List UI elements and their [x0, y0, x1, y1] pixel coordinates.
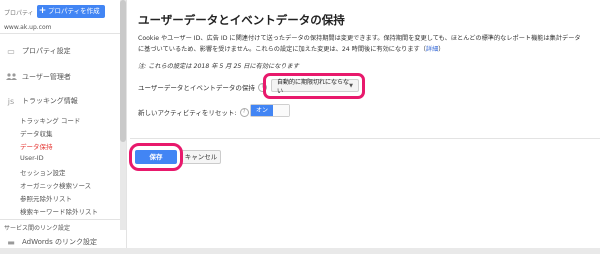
nav-adwords-link[interactable]: ▬ AdWords のリンク設定 — [4, 237, 97, 247]
sidebar-item-referral-exclusion[interactable]: 参照元除外リスト — [20, 193, 72, 203]
retention-highlight-annotation — [263, 73, 365, 99]
js-icon: js — [7, 96, 15, 106]
reset-toggle[interactable]: オン — [250, 104, 290, 117]
toggle-on-label: オン — [251, 105, 273, 116]
nav-tracking-info[interactable]: js トラッキング情報 — [4, 96, 78, 106]
content-divider — [130, 138, 600, 139]
sidebar-item-search-term-exclusion[interactable]: 検索キーワード除外リスト — [20, 206, 98, 216]
app-window: プロパティ + プロパティを作成 www.ak.up.com ▭ プロパティ設定… — [0, 0, 600, 254]
sidebar-item-organic-search[interactable]: オーガニック検索ソース — [20, 180, 91, 190]
help-icon[interactable]: ? — [239, 107, 249, 117]
create-property-label: プロパティを作成 — [48, 7, 100, 15]
adwords-icon: ▬ — [7, 237, 15, 247]
create-property-button[interactable]: + プロパティを作成 — [37, 5, 105, 18]
sidebar-item-session-settings[interactable]: セッション設定 — [20, 167, 66, 177]
effective-date-note: 注: これらの設定は 2018 年 5 月 25 日に有効になります — [138, 63, 299, 70]
description-line-1: Cookie やユーザー ID、広告 ID に関連付けて送ったデータの保持期間は… — [138, 35, 581, 42]
nav-user-management[interactable]: ユーザー管理者 — [4, 72, 71, 82]
description-line-2-end: ） — [438, 46, 445, 53]
sidebar: プロパティ + プロパティを作成 www.ak.up.com ▭ プロパティ設定… — [0, 0, 122, 254]
description: Cookie やユーザー ID、広告 ID に関連付けて送ったデータの保持期間は… — [138, 33, 590, 55]
page-title: ユーザーデータとイベントデータの保持 — [138, 13, 345, 27]
learn-more-link[interactable]: 詳細 — [426, 46, 438, 53]
toggle-knob — [273, 105, 289, 116]
reset-label: 新しいアクティビティをリセット: — [138, 109, 237, 117]
sidebar-item-data-collection[interactable]: データ収集 — [20, 128, 53, 138]
nav-user-management-label: ユーザー管理者 — [22, 73, 71, 81]
sidebar-item-user-id[interactable]: User-ID — [20, 154, 44, 162]
reset-label-row: 新しいアクティビティをリセット: ? — [138, 107, 249, 117]
nav-adwords-label: AdWords のリンク設定 — [22, 238, 97, 246]
nav-property-settings-label: プロパティ設定 — [22, 47, 71, 55]
nav-tracking-info-label: トラッキング情報 — [22, 97, 78, 105]
sidebar-item-tracking-code[interactable]: トラッキング コード — [20, 115, 80, 125]
sidebar-divider — [0, 219, 120, 220]
site-url: www.ak.up.com — [4, 24, 52, 31]
cancel-button[interactable]: キャンセル — [181, 150, 221, 164]
property-settings-icon: ▭ — [7, 46, 15, 56]
nav-property-settings[interactable]: ▭ プロパティ設定 — [4, 46, 71, 56]
section-header-links: サービス間のリンク設定 — [4, 225, 71, 232]
property-label: プロパティ — [4, 10, 34, 17]
retention-label-row: ユーザーデータとイベントデータの保持 ? — [138, 82, 267, 92]
retention-label: ユーザーデータとイベントデータの保持 — [138, 84, 255, 92]
users-icon — [4, 72, 18, 82]
save-highlight-annotation — [129, 143, 183, 171]
bottom-scrollbar[interactable] — [0, 248, 600, 254]
vertical-divider — [126, 0, 127, 254]
sidebar-divider — [0, 33, 120, 34]
sidebar-item-data-retention[interactable]: データ保持 — [20, 141, 53, 151]
description-line-2: に基づいているため、影響を受けません。これらの設定に加えた変更は、24 時間後に… — [138, 46, 426, 53]
plus-icon: + — [38, 6, 47, 16]
